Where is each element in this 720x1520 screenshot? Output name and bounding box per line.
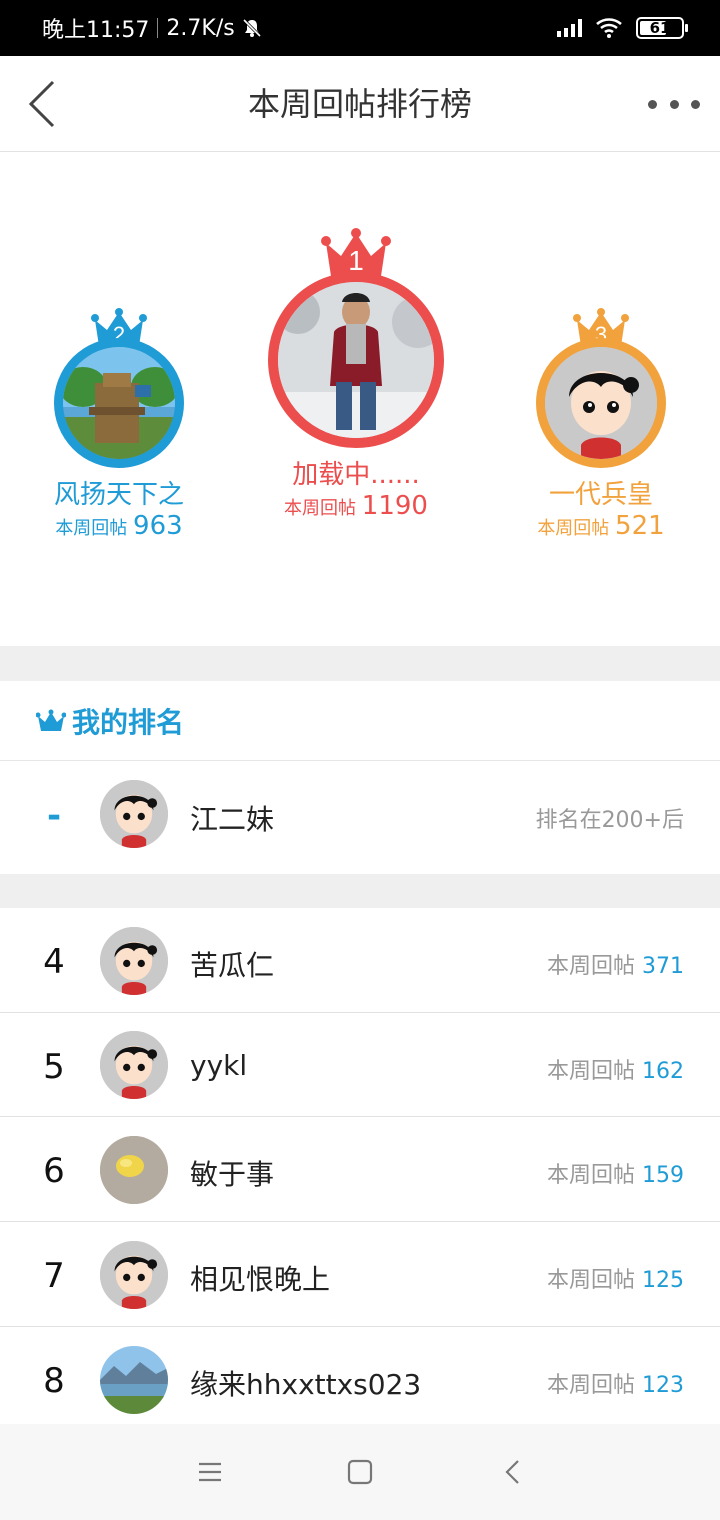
user-name: 苦瓜仁 — [190, 949, 275, 982]
podium-stat: 本周回帖 963 — [29, 511, 209, 541]
list-item[interactable]: 5 yykl 本周回帖 162 — [0, 1013, 720, 1117]
more-dot — [648, 99, 657, 109]
rank-number: 4 — [43, 942, 65, 982]
user-name: 缘来hhxxttxs023 — [190, 1368, 422, 1401]
podium-second[interactable]: 2 风扬天下之 本周回帖 963 — [29, 308, 209, 541]
podium-stat-label: 本周回帖 — [537, 518, 610, 539]
square-icon — [347, 1459, 373, 1485]
reply-stat-label: 本周回帖 — [546, 1059, 635, 1084]
reply-count: 159 — [642, 1163, 684, 1188]
rank-status: 排名在200+后 — [535, 808, 684, 833]
reply-stat-label: 本周回帖 — [546, 1163, 635, 1188]
status-bar: 晚上11:57 2.7K/s 61 — [0, 0, 720, 56]
wifi-icon — [596, 18, 622, 38]
my-rank-header: 我的排名 — [0, 681, 720, 761]
podium-third[interactable]: 3 一代兵皇 本周回帖 521 — [511, 308, 691, 541]
avatar — [100, 927, 168, 995]
status-divider — [157, 18, 159, 38]
podium: 2 风扬天下之 本周回帖 963 1 加载中...... 本周回帖 1190 3… — [0, 152, 720, 646]
reply-stat: 本周回帖 123 — [547, 1367, 684, 1399]
reply-count: 371 — [642, 954, 684, 979]
reply-stat-label: 本周回帖 — [546, 1373, 635, 1398]
status-time: 晚上11:57 — [42, 18, 150, 43]
system-back-button[interactable] — [492, 1452, 532, 1492]
list-item[interactable]: 8 缘来hhxxttxs023 本周回帖 123 — [0, 1327, 720, 1424]
rank-number: 7 — [43, 1256, 65, 1296]
avatar — [268, 272, 444, 448]
reply-stat-label: 本周回帖 — [546, 954, 635, 979]
home-button[interactable] — [340, 1452, 380, 1492]
more-button[interactable] — [648, 86, 700, 122]
reply-stat: 本周回帖 159 — [547, 1157, 684, 1189]
user-name: 相见恨晚上 — [190, 1263, 331, 1296]
podium-first[interactable]: 1 加载中...... 本周回帖 1190 — [246, 228, 466, 521]
menu-button[interactable] — [190, 1452, 230, 1492]
reply-stat: 本周回帖 371 — [547, 948, 684, 980]
list-item[interactable]: 6 敏于事 本周回帖 159 — [0, 1117, 720, 1222]
battery-level: 61 — [649, 19, 671, 37]
page-title: 本周回帖排行榜 — [247, 85, 472, 123]
avatar — [100, 1031, 168, 1099]
system-nav-bar — [0, 1424, 720, 1520]
podium-stat-label: 本周回帖 — [284, 498, 357, 519]
avatar — [100, 1136, 168, 1204]
rank-number: 8 — [43, 1361, 65, 1401]
status-left: 晚上11:57 2.7K/s — [42, 0, 263, 56]
more-dot — [669, 99, 679, 109]
my-rank-title: 我的排名 — [72, 705, 185, 739]
list-item[interactable]: 4 苦瓜仁 本周回帖 371 — [0, 908, 720, 1013]
section-divider — [0, 646, 720, 681]
signal-icon — [557, 19, 582, 37]
network-speed: 2.7K/s — [166, 15, 235, 41]
podium-stat: 本周回帖 521 — [511, 511, 691, 541]
podium-count: 1190 — [361, 491, 428, 521]
avatar — [100, 1241, 168, 1309]
reply-stat: 本周回帖 162 — [547, 1053, 684, 1085]
user-name: 江二妹 — [190, 803, 275, 836]
reply-stat: 本周回帖 125 — [547, 1262, 684, 1294]
podium-name: 加载中...... — [292, 460, 420, 490]
more-dot — [691, 99, 700, 109]
reply-count: 123 — [642, 1373, 684, 1398]
podium-count: 963 — [133, 511, 183, 541]
avatar — [100, 780, 168, 848]
triangle-back-icon — [505, 1460, 519, 1484]
menu-icon — [199, 1462, 221, 1482]
avatar — [100, 1346, 168, 1414]
battery-icon: 61 — [636, 17, 688, 39]
status-right: 61 — [557, 0, 688, 56]
mute-bell-icon — [242, 18, 261, 38]
podium-name: 风扬天下之 — [53, 480, 184, 510]
rank-number: - — [46, 796, 62, 836]
avatar — [54, 338, 184, 468]
avatar — [536, 338, 666, 468]
reply-stat-label: 本周回帖 — [546, 1268, 635, 1293]
section-divider — [0, 874, 720, 908]
list-item[interactable]: 7 相见恨晚上 本周回帖 125 — [0, 1222, 720, 1327]
my-rank-row[interactable]: - 江二妹 排名在200+后 — [0, 762, 720, 874]
podium-name: 一代兵皇 — [548, 480, 653, 510]
podium-stat: 本周回帖 1190 — [246, 491, 466, 521]
user-name: 敏于事 — [190, 1158, 275, 1191]
user-name: yykl — [190, 1049, 248, 1082]
podium-stat-label: 本周回帖 — [55, 518, 128, 539]
crown-icon — [36, 709, 66, 731]
app-header: 本周回帖排行榜 — [0, 56, 720, 152]
reply-count: 125 — [642, 1268, 684, 1293]
crown-icon: 1 — [321, 228, 391, 276]
rank-number: 6 — [43, 1151, 65, 1191]
rank-number: 5 — [43, 1047, 65, 1087]
podium-count: 521 — [615, 511, 665, 541]
reply-count: 162 — [642, 1059, 684, 1084]
